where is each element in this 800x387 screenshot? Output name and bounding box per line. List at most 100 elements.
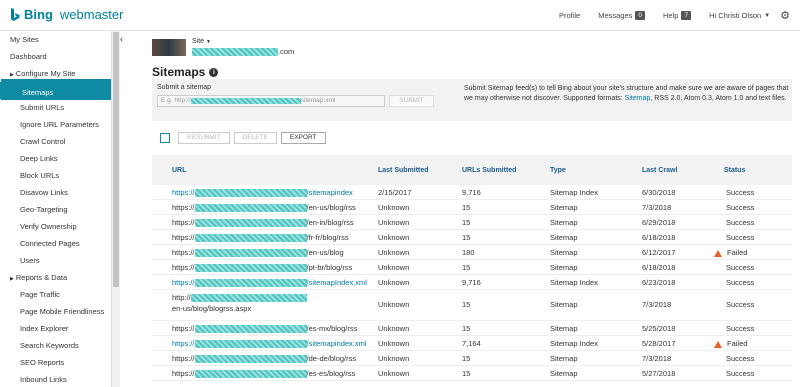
sidebar-item-index-explorer[interactable]: Index Explorer [0, 320, 111, 337]
cell-urls-submitted: 15 [462, 218, 471, 227]
user-menu[interactable]: Hi Christi Olson ▼ [709, 11, 770, 20]
collapse-sidebar-icon[interactable]: ‹ [120, 34, 123, 44]
cell-last-submitted: Unknown [378, 354, 410, 363]
sidebar-item-connected-pages[interactable]: Connected Pages [0, 235, 111, 252]
cell-url[interactable]: https:// /fr-fr/blog/rss [172, 233, 349, 242]
status-text: Success [726, 278, 755, 287]
table-row[interactable]: https:// /sitemapIndex.xml Unknown 9,716 Sit… [152, 275, 792, 290]
redacted-domain [194, 263, 307, 272]
sidebar-item-ignore-url-parameters[interactable]: Ignore URL Parameters [0, 116, 111, 133]
sidebar-item-disavow-links[interactable]: Disavow Links [0, 184, 111, 201]
cell-url[interactable]: https:// /pt-br/blog/rss [172, 263, 352, 272]
select-all-checkbox[interactable] [160, 133, 170, 143]
column-header-url[interactable]: URL [172, 167, 186, 174]
column-header-type[interactable]: Type [550, 167, 566, 174]
table-row[interactable]: https:// /sitemapindex 2/15/2017 9,716 Sitem… [152, 185, 792, 200]
cell-url[interactable]: https:// /sitemapindex [172, 188, 353, 197]
cell-status: Success [726, 324, 754, 333]
cell-url[interactable]: https:// /sitemapIndex.xml [172, 278, 367, 287]
submit-button[interactable]: SUBMIT [389, 95, 434, 107]
redacted-domain [194, 354, 307, 363]
chevron-down-icon: ▼ [764, 12, 771, 19]
sidebar-item-geo-targeting[interactable]: Geo-Targeting [0, 201, 111, 218]
sidebar-item-my-sites[interactable]: My Sites [0, 31, 111, 48]
url-path: /pt-br/blog/rss [306, 263, 353, 272]
column-header-urls-submitted[interactable]: URLs Submitted [462, 167, 516, 174]
cell-url[interactable]: https:// /en-us/blog/rss [172, 203, 356, 212]
sidebar-item-crawl-control[interactable]: Crawl Control [0, 133, 111, 150]
cell-type: Sitemap Index [550, 188, 598, 197]
sidebar-item-page-mobile-friendliness[interactable]: Page Mobile Friendliness [0, 303, 111, 320]
sidebar-item-users[interactable]: Users [0, 252, 111, 269]
column-header-status[interactable]: Status [724, 167, 745, 174]
site-thumbnail [152, 39, 186, 56]
sidebar-scrollbar-thumb[interactable] [113, 32, 119, 287]
sidebar-item-seo-reports[interactable]: SEO Reports [0, 354, 111, 371]
table-row[interactable]: https:// /sitemapindex.xml Unknown 7,164 Sit… [152, 336, 792, 351]
table-row[interactable]: https:// /es-es/blog/rss Unknown 15 Sitemap 5… [152, 366, 792, 381]
resubmit-button[interactable]: RESUBMIT [178, 132, 230, 144]
table-actions: RESUBMIT DELETE EXPORT [160, 132, 330, 144]
profile-link[interactable]: Profile [559, 11, 580, 20]
table-row[interactable]: https:// /de-de/blog/rss Unknown 15 Sitemap 7… [152, 351, 792, 366]
cell-status: Success [726, 300, 754, 309]
column-header-last-crawl[interactable]: Last Crawl [642, 167, 677, 174]
table-row[interactable]: https:// /en-in/blog/rss Unknown 15 Sitemap 6… [152, 215, 792, 230]
table-row[interactable]: https:// /en-us/blog Unknown 180 Sitemap 6/12… [152, 245, 792, 260]
warning-icon [714, 250, 722, 257]
url-prefix: https:// [172, 248, 195, 257]
cell-last-submitted: Unknown [378, 263, 410, 272]
sidebar-item-configure-my-site[interactable]: ▶ Configure My Site [0, 65, 111, 82]
cell-url[interactable]: https:// /sitemapindex.xml [172, 339, 367, 348]
info-icon[interactable]: i [209, 67, 219, 77]
gear-icon[interactable]: ⚙ [780, 9, 790, 22]
cell-url[interactable]: https:// /en-us/blog [172, 248, 344, 257]
messages-link[interactable]: Messages 0 [598, 11, 646, 20]
cell-url[interactable]: https:// /es-es/blog/rss [172, 369, 355, 378]
table-row[interactable]: https:// /es-mx/blog/rss Unknown 15 Sitemap 5… [152, 321, 792, 336]
sidebar-item-inbound-links[interactable]: Inbound Links [0, 371, 111, 387]
url-path: /en-us/blog [306, 248, 344, 257]
cell-urls-submitted: 180 [462, 248, 475, 257]
sidebar-item-search-keywords[interactable]: Search Keywords [0, 337, 111, 354]
sidebar-item-sitemaps[interactable]: Sitemaps [0, 82, 111, 99]
sidebar-item-dashboard[interactable]: Dashboard [0, 48, 111, 65]
table-row[interactable]: https:// /en-us/blog/rss Unknown 15 Sitemap 7… [152, 200, 792, 215]
sidebar-item-label: SEO Reports [20, 358, 65, 367]
sidebar-item-label: Inbound Links [20, 375, 67, 384]
cell-last-crawl: 6/18/2018 [642, 233, 676, 242]
export-button[interactable]: EXPORT [280, 132, 326, 144]
submit-description-formats: , RSS 2.0, Atom 0.3, Atom 1.0 and text f… [650, 94, 787, 102]
sidebar-item-verify-ownership[interactable]: Verify Ownership [0, 218, 111, 235]
sidebar-item-reports-data[interactable]: ▶ Reports & Data [0, 269, 111, 286]
submit-description: Submit Sitemap feed(s) to tell Bing abou… [464, 84, 790, 103]
cell-urls-submitted: 15 [462, 300, 471, 309]
cell-type: Sitemap Index [550, 278, 598, 287]
table-row[interactable]: https:// /fr-fr/blog/rss Unknown 15 Sitemap 6… [152, 230, 792, 245]
cell-last-submitted: Unknown [378, 339, 410, 348]
cell-url[interactable]: https:// /de-de/blog/rss [172, 354, 356, 363]
url-prefix: https:// [172, 354, 195, 363]
cell-type: Sitemap [550, 300, 578, 309]
delete-button[interactable]: DELETE [233, 132, 277, 144]
cell-url[interactable]: https:// /es-mx/blog/rss [172, 324, 357, 333]
site-selector[interactable]: Site ▼ [192, 38, 211, 45]
column-header-last-submitted[interactable]: Last Submitted [378, 167, 429, 174]
sitemap-format-link[interactable]: Sitemap [625, 95, 651, 102]
cell-status: Success [726, 233, 754, 242]
url-path: /sitemapIndex.xml [306, 278, 367, 287]
bing-webmaster-logo[interactable]: Bing webmaster [10, 7, 123, 22]
table-row[interactable]: http:// en-us/blog/blogrss.aspx Unknown 15 S… [152, 290, 792, 321]
table-row[interactable]: https:// /pt-br/blog/rss Unknown 15 Sitemap 6… [152, 260, 792, 275]
sitemap-url-input[interactable]: E.g. http:// sitemap.xml [157, 95, 385, 107]
cell-last-crawl: 7/3/2018 [642, 300, 672, 309]
sidebar-item-deep-links[interactable]: Deep Links [0, 150, 111, 167]
brand-name: Bing [24, 7, 53, 22]
cell-urls-submitted: 15 [462, 263, 471, 272]
help-link[interactable]: Help 7 [663, 11, 692, 20]
cell-url[interactable]: https:// /en-in/blog/rss [172, 218, 354, 227]
cell-url[interactable]: http:// en-us/blog/blogrss.aspx [172, 292, 332, 314]
sidebar-item-block-urls[interactable]: Block URLs [0, 167, 111, 184]
sidebar-item-submit-urls[interactable]: Submit URLs [0, 99, 111, 116]
sidebar-item-page-traffic[interactable]: Page Traffic [0, 286, 111, 303]
